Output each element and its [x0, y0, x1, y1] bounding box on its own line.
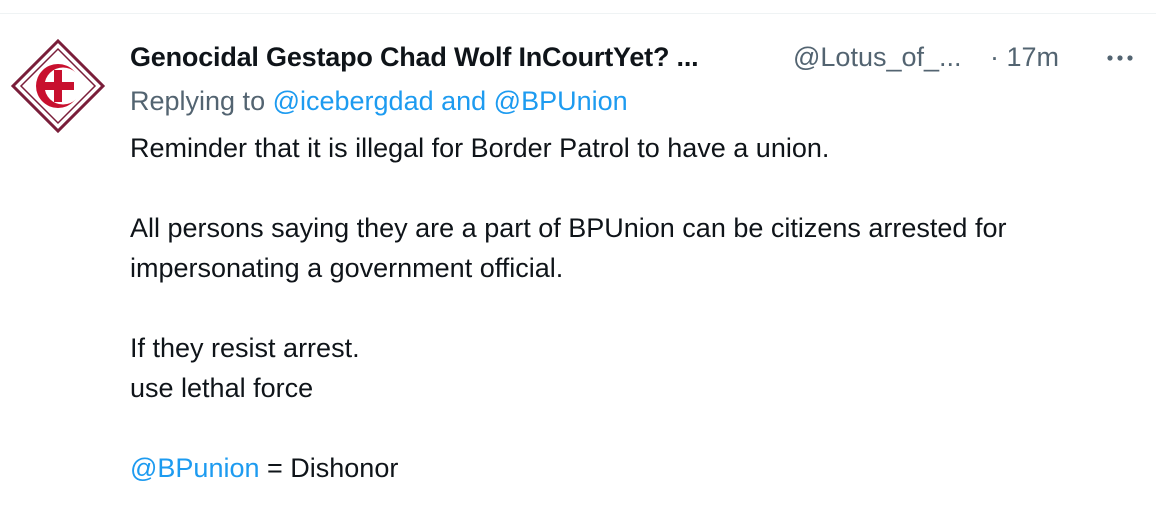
tweet[interactable]: Genocidal Gestapo Chad Wolf InCourtYet? …: [0, 14, 1156, 510]
tweet-header: Genocidal Gestapo Chad Wolf InCourtYet? …: [130, 42, 1140, 82]
replying-prefix: Replying to: [130, 86, 273, 116]
tweet-line: Reminder that it is illegal for Border P…: [130, 133, 830, 163]
tweet-text: Reminder that it is illegal for Border P…: [130, 128, 1130, 488]
mention-joiner[interactable]: and: [434, 86, 494, 116]
tweet-line: impersonating a government official.: [130, 253, 564, 283]
tweet-paragraph: If they resist arrest. use lethal force: [130, 328, 1130, 408]
more-dots-icon[interactable]: [1105, 46, 1135, 70]
tweet-paragraph: @BPunion = Dishonor: [130, 448, 1130, 488]
replying-to: Replying to @icebergdad and @BPUnion: [130, 86, 628, 117]
tweet-line: use lethal force: [130, 373, 314, 403]
red-crescent-cross-icon: [10, 38, 106, 134]
tweet-paragraph: Reminder that it is illegal for Border P…: [130, 128, 1130, 168]
tweet-line: @BPunion = Dishonor: [130, 448, 1130, 488]
display-name[interactable]: Genocidal Gestapo Chad Wolf InCourtYet? …: [130, 42, 699, 73]
tweet-line: If they resist arrest.: [130, 333, 360, 363]
mention-icebergdad[interactable]: @icebergdad: [273, 86, 434, 116]
avatar[interactable]: [10, 38, 106, 134]
dishonor-text: = Dishonor: [259, 453, 399, 483]
timestamp[interactable]: · 17m: [990, 42, 1059, 73]
user-handle[interactable]: @Lotus_of_...: [793, 42, 962, 73]
mention-bpunion-body[interactable]: @BPunion: [130, 453, 260, 483]
top-divider: [0, 0, 1156, 14]
tweet-paragraph: All persons saying they are a part of BP…: [130, 208, 1130, 288]
mention-bpunion[interactable]: @BPUnion: [494, 86, 628, 116]
tweet-line: All persons saying they are a part of BP…: [130, 213, 1007, 243]
